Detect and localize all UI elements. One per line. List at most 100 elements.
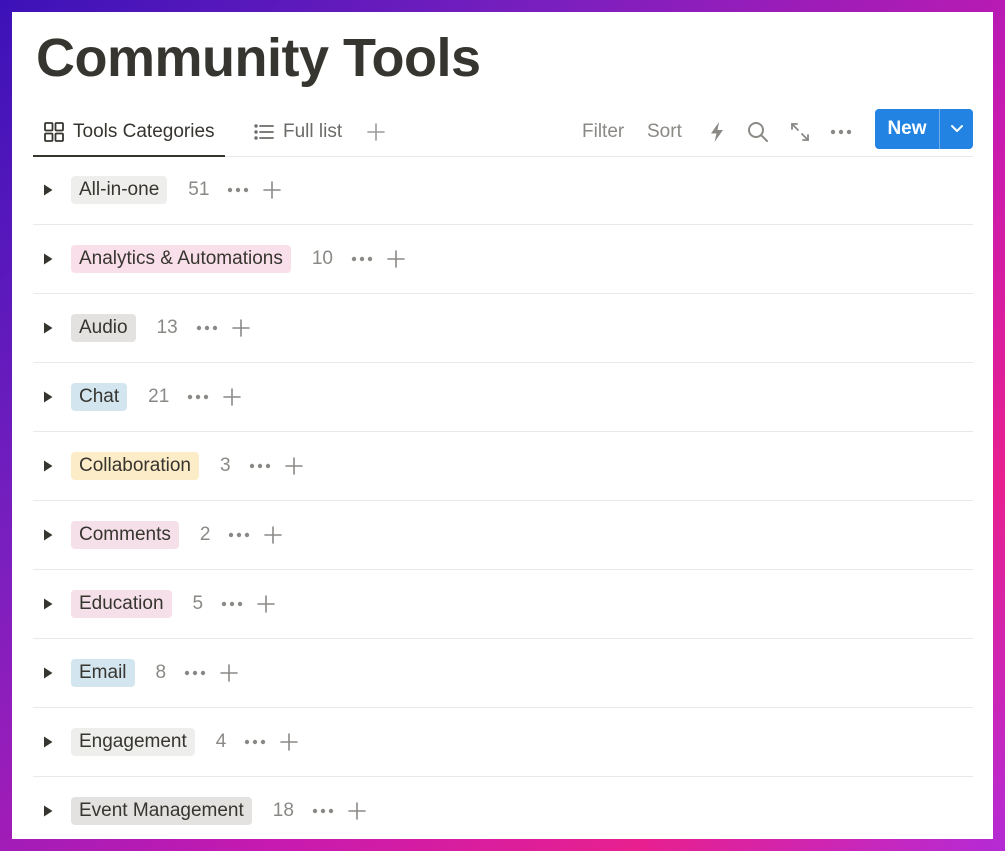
triangle-right-icon (42, 321, 54, 335)
plus-icon (387, 250, 405, 268)
group-count: 2 (199, 524, 211, 545)
more-horizontal-icon (228, 531, 250, 539)
plus-icon (263, 181, 282, 199)
group-tag[interactable]: Comments (71, 521, 179, 549)
group-list: All-in-one 51 Analytics & Automations 10 Aud… (33, 156, 973, 839)
group-options-button[interactable] (196, 324, 218, 332)
database-toolbar: Tools Categories Full list Filter Sort N… (33, 108, 973, 157)
more-horizontal-icon (187, 393, 209, 401)
triangle-right-icon (42, 597, 54, 611)
plus-icon (284, 457, 303, 475)
group-options-button[interactable] (249, 462, 271, 470)
more-horizontal-icon (244, 738, 266, 746)
triangle-right-icon (42, 804, 54, 818)
group-options-button[interactable] (184, 669, 206, 677)
group-tag[interactable]: Engagement (71, 728, 195, 756)
group-row: Engagement 4 (33, 708, 973, 777)
more-horizontal-icon (249, 462, 271, 470)
triangle-right-icon (42, 666, 54, 680)
open-as-page-button[interactable] (790, 108, 810, 156)
search-button[interactable] (747, 108, 769, 156)
group-count: 51 (188, 179, 210, 200)
group-options-button[interactable] (312, 807, 334, 815)
group-tag[interactable]: Event Management (71, 797, 252, 825)
new-button[interactable]: New (875, 109, 939, 149)
group-tag[interactable]: All-in-one (71, 176, 168, 204)
group-options-button[interactable] (244, 738, 266, 746)
toggle-group-button[interactable] (33, 735, 63, 749)
group-options-button[interactable] (221, 600, 243, 608)
add-item-to-group-button[interactable] (220, 664, 238, 682)
more-horizontal-icon (312, 807, 334, 815)
add-item-to-group-button[interactable] (264, 526, 283, 544)
lightning-icon (708, 121, 726, 143)
plus-icon (231, 319, 250, 337)
toggle-group-button[interactable] (33, 321, 63, 335)
more-horizontal-icon (221, 600, 243, 608)
toggle-group-button[interactable] (33, 597, 63, 611)
filter-button[interactable]: Filter (582, 108, 624, 156)
triangle-right-icon (42, 735, 54, 749)
group-options-button[interactable] (187, 393, 209, 401)
view-options-button[interactable] (830, 108, 852, 156)
group-row: Education 5 (33, 570, 973, 639)
group-count: 4 (215, 731, 227, 752)
add-item-to-group-button[interactable] (284, 457, 303, 475)
tab-full-list[interactable]: Full list (253, 108, 342, 156)
group-options-button[interactable] (227, 186, 249, 194)
group-tag[interactable]: Collaboration (71, 452, 199, 480)
plus-icon (348, 802, 366, 820)
group-tag[interactable]: Email (71, 659, 135, 687)
tab-label: Tools Categories (73, 121, 215, 142)
group-row: Email 8 (33, 639, 973, 708)
group-row: Analytics & Automations 10 (33, 225, 973, 294)
group-count: 21 (148, 386, 170, 407)
toggle-group-button[interactable] (33, 528, 63, 542)
add-item-to-group-button[interactable] (280, 733, 299, 751)
group-row: Event Management 18 (33, 777, 973, 839)
more-horizontal-icon (184, 669, 206, 677)
more-horizontal-icon (351, 255, 373, 263)
toggle-group-button[interactable] (33, 252, 63, 266)
new-button-group: New (875, 109, 973, 149)
triangle-right-icon (42, 183, 54, 197)
toggle-group-button[interactable] (33, 183, 63, 197)
add-item-to-group-button[interactable] (263, 181, 282, 199)
add-item-to-group-button[interactable] (231, 319, 250, 337)
chevron-down-icon (950, 124, 964, 134)
group-count: 8 (155, 662, 167, 683)
expand-icon (790, 122, 810, 142)
group-tag[interactable]: Education (71, 590, 172, 618)
new-options-button[interactable] (939, 109, 973, 149)
group-row: All-in-one 51 (33, 156, 973, 225)
plus-icon (264, 526, 283, 544)
search-icon (747, 121, 769, 143)
group-row: Chat 21 (33, 363, 973, 432)
list-icon (253, 121, 275, 143)
plus-icon (220, 664, 238, 682)
tab-tools-categories[interactable]: Tools Categories (33, 108, 225, 157)
more-horizontal-icon (196, 324, 218, 332)
more-horizontal-icon (830, 128, 852, 136)
toggle-group-button[interactable] (33, 666, 63, 680)
sort-button[interactable]: Sort (647, 108, 682, 156)
add-item-to-group-button[interactable] (348, 802, 366, 820)
group-tag[interactable]: Analytics & Automations (71, 245, 291, 273)
group-count: 18 (272, 800, 294, 821)
plus-icon (280, 733, 299, 751)
add-view-button[interactable] (367, 108, 385, 156)
add-item-to-group-button[interactable] (387, 250, 405, 268)
add-item-to-group-button[interactable] (257, 595, 275, 613)
group-tag[interactable]: Chat (71, 383, 128, 411)
add-item-to-group-button[interactable] (223, 388, 242, 406)
toggle-group-button[interactable] (33, 804, 63, 818)
group-row: Comments 2 (33, 501, 973, 570)
group-options-button[interactable] (351, 255, 373, 263)
group-options-button[interactable] (228, 531, 250, 539)
automation-button[interactable] (708, 108, 726, 156)
group-tag[interactable]: Audio (71, 314, 136, 342)
toggle-group-button[interactable] (33, 390, 63, 404)
plus-icon (223, 388, 242, 406)
page-title: Community Tools (36, 28, 481, 88)
toggle-group-button[interactable] (33, 459, 63, 473)
